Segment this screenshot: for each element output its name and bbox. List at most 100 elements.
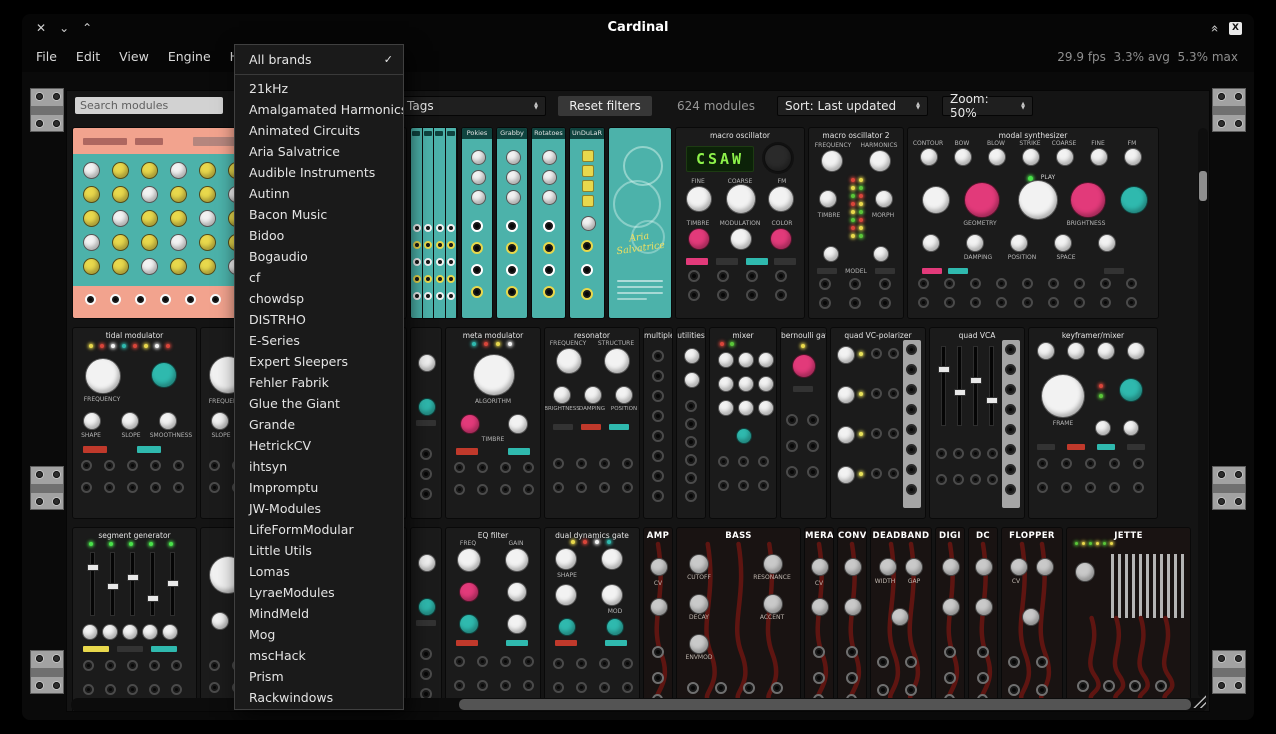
knob [581,216,596,231]
menu-engine[interactable]: Engine [168,42,211,72]
module-tile-modal-synthesizer[interactable]: modal synthesizerCONTOURBOWBLOWSTRIKECOA… [908,128,1158,318]
knob [811,598,829,616]
brand-item-fehler-fabrik[interactable]: Fehler Fabrik [235,372,403,393]
module-tile-unnamed[interactable]: Aria Salvatrice [609,128,671,318]
module-tile-pokies[interactable]: Pokies [462,128,492,318]
module-tile-quad-vc-polarizer[interactable]: quad VC-polarizer [831,328,925,518]
module-title: utilities [677,331,705,340]
module-tile-bass[interactable]: BASSCUTOFFRESONANCEDECAYACCENTENVMOD [677,528,800,712]
collapse-all-icon[interactable]: » [1208,24,1223,32]
module-tile-segment-generator[interactable]: segment generator [73,528,196,712]
brand-item-mindmeld[interactable]: MindMeld [235,603,403,624]
module-tile-eq-filter[interactable]: EQ filterFREQGAIN [446,528,540,712]
brand-item-little-utils[interactable]: Little Utils [235,540,403,561]
module-tile-unnamed[interactable] [411,128,457,318]
module-tile-macro-oscillator[interactable]: macro oscillatorCSAWFINECOARSEFMTIMBREMO… [676,128,804,318]
zoom-select-label: Zoom: 50% [950,92,1015,120]
knob [686,186,712,212]
module-tile-utilities[interactable]: utilities [677,328,705,518]
rack-rail [30,88,64,132]
knob [507,582,527,602]
port [622,482,633,493]
port [149,684,160,695]
port [1005,464,1016,475]
module-tile-deadband[interactable]: DEADBANDWIDTHGAP [871,528,931,712]
led [508,342,512,346]
brand-item-rackwindows[interactable]: Rackwindows [235,687,403,708]
menu-file[interactable]: File [36,42,57,72]
brand-item-ihtsyn[interactable]: ihtsyn [235,456,403,477]
horizontal-scrollbar-thumb[interactable] [459,699,1191,710]
brand-item-hetrickcv[interactable]: HetrickCV [235,435,403,456]
module-tile-conv[interactable]: CONV [838,528,866,712]
titlebar-right-icons: » X [1211,14,1242,42]
port [81,482,92,493]
module-tile-quad-vca[interactable]: quad VCA [930,328,1024,518]
brand-item-lomas[interactable]: Lomas [235,561,403,582]
module-tile-keyframer-mixer[interactable]: keyframer/mixerFRAME [1029,328,1157,518]
module-title: JETTE [1067,531,1190,541]
tags-select[interactable]: Tags ▲▼ [399,96,546,116]
module-tile-mera[interactable]: MERACV [805,528,833,712]
knob [141,210,158,227]
brand-item-expert-sleepers[interactable]: Expert Sleepers [235,351,403,372]
port [877,684,889,696]
module-tile-jette[interactable]: JETTE [1067,528,1190,712]
module-tile-meta-modulator[interactable]: meta modulatorALGORITHMTIMBRE [446,328,540,518]
module-tile-unnamed[interactable] [411,328,441,518]
brand-item-animated-circuits[interactable]: Animated Circuits [235,120,403,141]
brand-item-lyraemodules[interactable]: LyraeModules [235,582,403,603]
brand-item-mog[interactable]: Mog [235,624,403,645]
module-tile-rotatoes[interactable]: Rotatoes [532,128,565,318]
slider-thumb [127,574,139,581]
brand-item-all-brands[interactable]: All brands ✓ [235,48,403,71]
brand-item-chowdsp[interactable]: chowdsp [235,288,403,309]
brand-item-audible-instruments[interactable]: Audible Instruments [235,162,403,183]
brand-item-21khz[interactable]: 21kHz [235,78,403,99]
brand-item-lifeformmodular[interactable]: LifeFormModular [235,519,403,540]
knob [688,228,710,250]
menu-view[interactable]: View [119,42,149,72]
module-tile-digi[interactable]: DIGI [936,528,964,712]
zoom-select[interactable]: Zoom: 50% ▲▼ [942,96,1033,116]
brand-item-bidoo[interactable]: Bidoo [235,225,403,246]
brand-item-grande[interactable]: Grande [235,414,403,435]
port [846,672,858,684]
brand-item-aria-salvatrice[interactable]: Aria Salvatrice [235,141,403,162]
brand-item-glue-the-giant[interactable]: Glue the Giant [235,393,403,414]
brand-item-autinn[interactable]: Autinn [235,183,403,204]
module-tile-undular[interactable]: UnDuLaR [570,128,604,318]
module-tile-flopper[interactable]: FLOPPERCV [1002,528,1062,712]
brand-item-bogaudio[interactable]: Bogaudio [235,246,403,267]
module-tile-amp[interactable]: AMPCV [644,528,672,712]
brand-item-impromptu[interactable]: Impromptu [235,477,403,498]
rail-groove [31,484,63,493]
brand-item-amalgamated-harmonics[interactable]: Amalgamated Harmonics [235,99,403,120]
brand-item-cf[interactable]: cf [235,267,403,288]
reset-filters-button[interactable]: Reset filters [558,96,652,116]
brand-item-e-series[interactable]: E-Series [235,330,403,351]
module-tile-tidal-modulator[interactable]: tidal modulatorFREQUENCYSHAPESLOPESMOOTH… [73,328,196,518]
module-tile-unnamed[interactable] [411,528,441,712]
module-tile-macro-oscillator-2[interactable]: macro oscillator 2FREQUENCYHARMONICSTIMB… [809,128,903,318]
search-input[interactable] [75,97,223,114]
brand-item-prism[interactable]: Prism [235,666,403,687]
brand-item-bacon-music[interactable]: Bacon Music [235,204,403,225]
module-tile-mixer[interactable]: mixer [710,328,776,518]
led [859,194,863,198]
brand-item-jw-modules[interactable]: JW-Modules [235,498,403,519]
module-tile-multiples[interactable]: multiples [644,328,672,518]
vertical-scrollbar-track[interactable] [1198,128,1208,698]
vertical-scrollbar-thumb[interactable] [1199,171,1207,201]
brand-item-mschack[interactable]: mscHack [235,645,403,666]
module-tile-dual-dynamics-gate[interactable]: dual dynamics gateSHAPEMOD [545,528,639,712]
module-tile-dc[interactable]: DC [969,528,997,712]
brand-item-distrho[interactable]: DISTRHO [235,309,403,330]
menu-edit[interactable]: Edit [76,42,100,72]
label: STRUCTURE [593,340,639,347]
module-tile-resonator[interactable]: resonatorFREQUENCYSTRUCTUREBRIGHTNESSDAM… [545,328,639,518]
module-tile-grabby[interactable]: Grabby [497,128,527,318]
module-tile-bernoulli-gate[interactable]: bernoulli gate [781,328,826,518]
sort-select[interactable]: Sort: Last updated ▲▼ [777,96,928,116]
knob [112,258,129,275]
